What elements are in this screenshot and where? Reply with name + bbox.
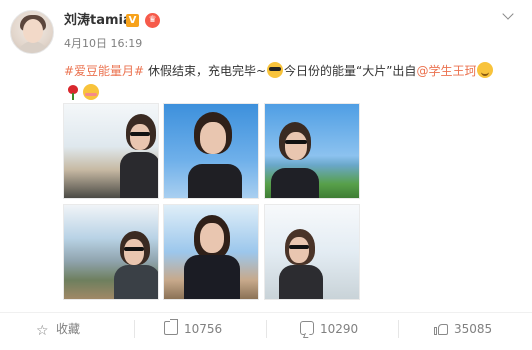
comment-button[interactable]: 10290 (300, 312, 358, 346)
photo-3[interactable] (264, 103, 360, 199)
post-text-part-2: 今日份的能量“大片”出自 (284, 64, 417, 78)
photo-1[interactable] (63, 103, 159, 199)
photo-2[interactable] (163, 103, 259, 199)
comment-count: 10290 (320, 322, 359, 336)
action-separator (266, 320, 267, 338)
mention-link[interactable]: @学生王珂 (416, 64, 476, 78)
hashtag-link[interactable]: #爱豆能量月# (64, 64, 144, 78)
blush-emoji-icon (83, 84, 99, 100)
like-count: 35085 (454, 322, 493, 336)
sunglasses-emoji-icon (267, 62, 283, 78)
post-timestamp[interactable]: 4月10日 16:19 (64, 37, 142, 51)
peek-emoji-icon (477, 62, 494, 78)
username[interactable]: 刘涛tamia (64, 13, 132, 29)
post-text: #爱豆能量月# 休假结束，充电完毕~ 今日份的能量“大片”出自@学生王珂 (64, 60, 524, 104)
weibo-post-card: 刘涛tamia V ♛ 4月10日 16:19 #爱豆能量月# 休假结束，充电完… (0, 0, 532, 350)
photo-6[interactable] (264, 204, 360, 300)
verified-badge-icon: V (126, 14, 139, 27)
action-separator (134, 320, 135, 338)
star-icon: ☆ (36, 323, 49, 339)
action-separator (398, 320, 399, 338)
favorite-button[interactable]: ☆ 收藏 (36, 312, 80, 346)
comment-icon (300, 321, 314, 335)
photo-4[interactable] (63, 204, 159, 300)
member-crown-icon: ♛ (145, 13, 160, 28)
repost-button[interactable]: 10756 (164, 312, 222, 346)
chevron-down-icon[interactable] (501, 9, 515, 23)
repost-icon (164, 319, 178, 335)
rose-emoji-icon (65, 84, 81, 100)
thumbs-up-icon (434, 321, 448, 335)
favorite-label: 收藏 (56, 322, 81, 336)
avatar[interactable] (10, 10, 54, 54)
like-button[interactable]: 35085 (434, 312, 492, 346)
repost-count: 10756 (184, 322, 223, 336)
post-text-part-1: 休假结束，充电完毕~ (144, 64, 266, 78)
photo-5[interactable] (163, 204, 259, 300)
